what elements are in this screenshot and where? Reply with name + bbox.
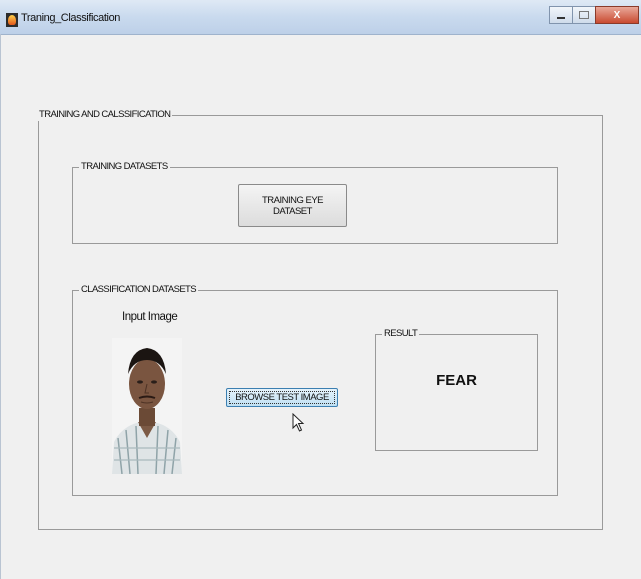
window-border: [0, 34, 1, 579]
window-title: Traning_Classification: [21, 12, 121, 24]
input-image-label: Input Image: [122, 311, 178, 323]
close-icon: X: [613, 9, 621, 21]
panel-title: TRAINING AND CALSSIFICATION: [37, 109, 173, 121]
classification-panel-title: CLASSIFICATION DATASETS: [79, 284, 198, 296]
result-panel-title: RESULT: [382, 328, 420, 340]
window-controls: X: [549, 6, 639, 24]
title-bar: Traning_Classification X: [0, 0, 641, 35]
result-panel: RESULT: [375, 328, 538, 451]
training-eye-dataset-button[interactable]: TRAINING EYE DATASET: [238, 184, 347, 227]
maximize-button[interactable]: [572, 6, 596, 24]
minimize-icon: [557, 17, 565, 19]
app-icon: [6, 13, 18, 27]
mouse-cursor-icon: [292, 413, 305, 432]
result-value: FEAR: [436, 372, 477, 389]
maximize-icon: [579, 11, 589, 19]
browse-test-image-button[interactable]: BROWSE TEST IMAGE: [226, 388, 338, 407]
training-panel-title: TRAINING DATASETS: [79, 161, 170, 173]
minimize-button[interactable]: [549, 6, 573, 24]
close-button[interactable]: X: [595, 6, 639, 24]
input-image-preview: [112, 338, 182, 474]
